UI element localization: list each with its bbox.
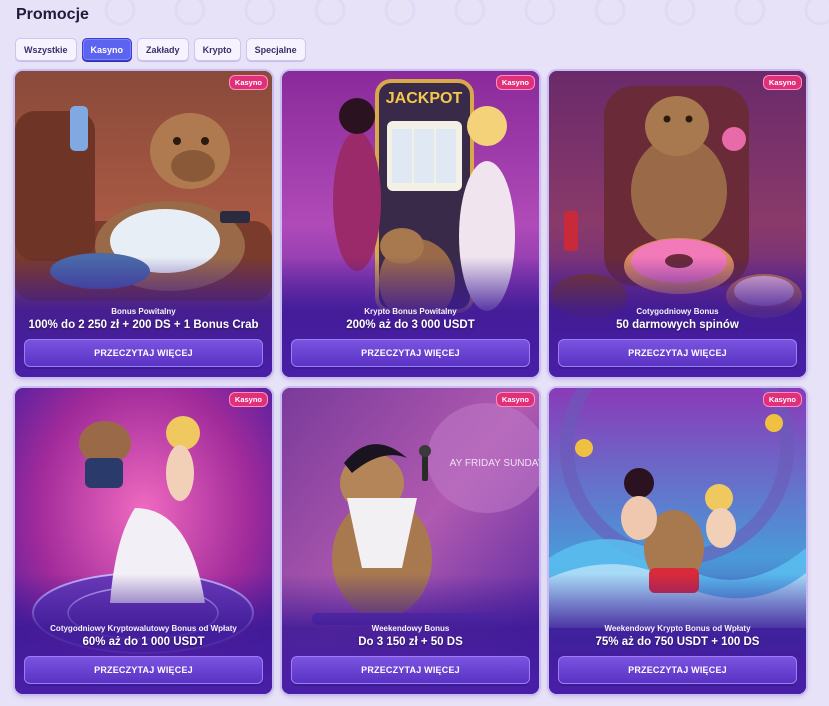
promo-card[interactable]: Kasyno Cotygodniowy Bonus 50 darmowych s… — [549, 71, 806, 377]
card-subtitle: Cotygodniowy Kryptowalutowy Bonus od Wpł… — [50, 624, 237, 634]
card-subtitle: Krypto Bonus Powitalny — [364, 307, 457, 317]
read-more-button[interactable]: PRZECZYTAJ WIĘCEJ — [558, 656, 797, 684]
card-subtitle: Weekendowy Krypto Bonus od Wpłaty — [604, 624, 751, 634]
card-title: 200% aż do 3 000 USDT — [346, 319, 475, 332]
read-more-button[interactable]: PRZECZYTAJ WIĘCEJ — [291, 339, 530, 367]
card-text: Cotygodniowy Bonus 50 darmowych spinów — [557, 307, 798, 333]
read-more-button[interactable]: PRZECZYTAJ WIĘCEJ — [24, 339, 263, 367]
filter-special-button[interactable]: Specjalne — [245, 38, 306, 61]
category-badge: Kasyno — [762, 75, 802, 90]
card-text: Bonus Powitalny 100% do 2 250 zł + 200 D… — [23, 307, 264, 333]
promo-card[interactable]: JACKPOT Kasyno Krypto Bonus Powitalny 20… — [282, 71, 539, 377]
promo-card[interactable]: Kasyno Cotygodniowy Kryptowalutowy Bonus… — [15, 388, 272, 694]
card-text: Weekendowy Krypto Bonus od Wpłaty 75% aż… — [557, 624, 798, 650]
category-badge: Kasyno — [495, 392, 535, 407]
card-subtitle: Bonus Powitalny — [111, 307, 176, 317]
card-title: 100% do 2 250 zł + 200 DS + 1 Bonus Crab — [28, 319, 259, 332]
read-more-button[interactable]: PRZECZYTAJ WIĘCEJ — [291, 656, 530, 684]
filter-betting-button[interactable]: Zakłady — [137, 38, 189, 61]
promo-card[interactable]: Kasyno Weekendowy Krypto Bonus od Wpłaty… — [549, 388, 806, 694]
category-badge: Kasyno — [228, 75, 268, 90]
jackpot-sign-text: JACKPOT — [386, 90, 463, 107]
filter-tabs: Wszystkie Kasyno Zakłady Krypto Specjaln… — [15, 38, 306, 61]
card-subtitle: Cotygodniowy Bonus — [636, 307, 719, 317]
card-title: Do 3 150 zł + 50 DS — [358, 636, 463, 649]
read-more-button[interactable]: PRZECZYTAJ WIĘCEJ — [558, 339, 797, 367]
card-text: Cotygodniowy Kryptowalutowy Bonus od Wpł… — [23, 624, 264, 650]
card-text: Weekendowy Bonus Do 3 150 zł + 50 DS — [290, 624, 531, 650]
filter-all-button[interactable]: Wszystkie — [15, 38, 77, 61]
card-subtitle: Weekendowy Bonus — [371, 624, 450, 634]
read-more-button[interactable]: PRZECZYTAJ WIĘCEJ — [24, 656, 263, 684]
card-title: 75% aż do 750 USDT + 100 DS — [595, 636, 760, 649]
card-text: Krypto Bonus Powitalny 200% aż do 3 000 … — [290, 307, 531, 333]
filter-casino-button[interactable]: Kasyno — [81, 38, 133, 61]
filter-crypto-button[interactable]: Krypto — [193, 38, 241, 61]
card-title: 60% aż do 1 000 USDT — [82, 636, 205, 649]
category-badge: Kasyno — [762, 392, 802, 407]
promotions-grid: Kasyno Bonus Powitalny 100% do 2 250 zł … — [15, 71, 806, 694]
page-title: Promocje — [16, 6, 89, 23]
promo-card[interactable]: AY FRIDAY SUNDAY Kasyno Weekendowy Bonus… — [282, 388, 539, 694]
category-badge: Kasyno — [495, 75, 535, 90]
category-badge: Kasyno — [228, 392, 268, 407]
card-title: 50 darmowych spinów — [616, 319, 739, 332]
background-days-text: AY FRIDAY SUNDAY — [450, 458, 539, 469]
promo-card[interactable]: Kasyno Bonus Powitalny 100% do 2 250 zł … — [15, 71, 272, 377]
